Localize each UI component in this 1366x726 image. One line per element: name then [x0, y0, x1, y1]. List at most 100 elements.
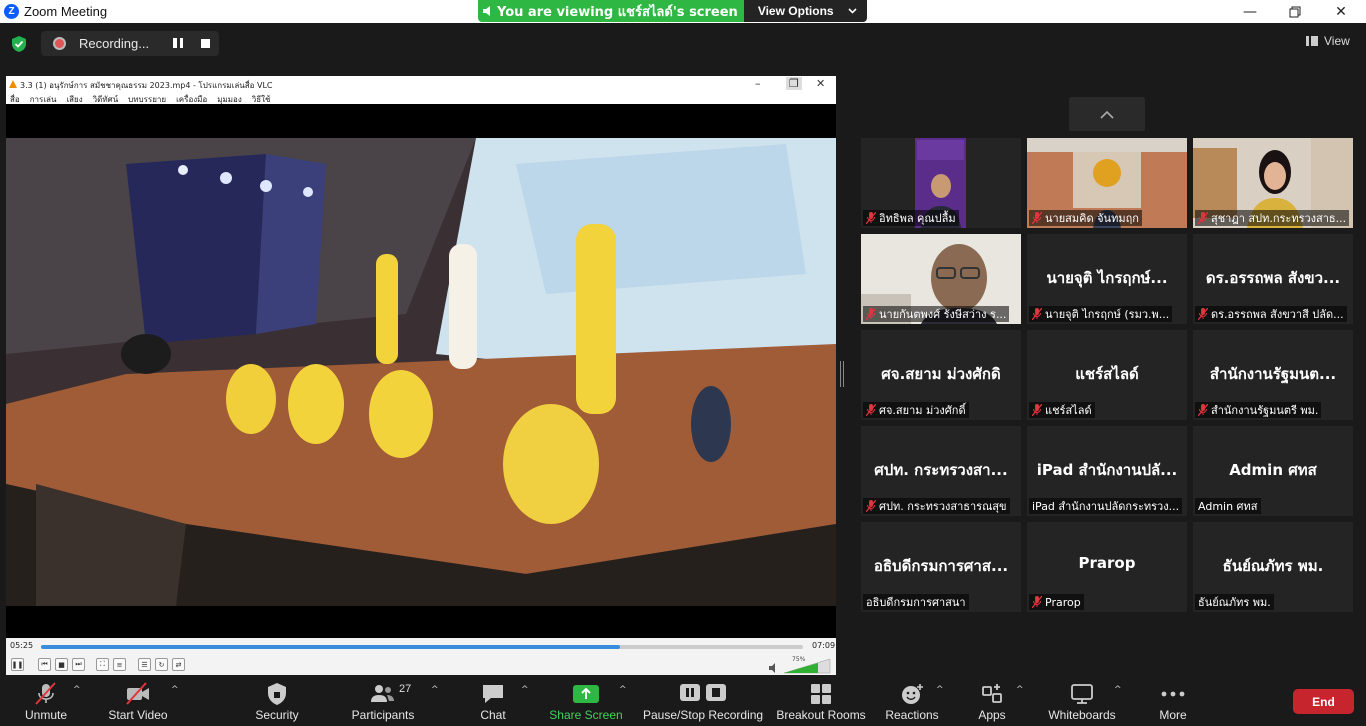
breakout-rooms-icon — [811, 684, 831, 704]
end-meeting-button[interactable]: End — [1293, 689, 1354, 714]
elapsed-time: 05:25 — [10, 641, 34, 650]
seek-progress — [41, 645, 621, 649]
start-video-button[interactable]: Start Video — [103, 679, 173, 725]
vlc-minimize-button[interactable]: – — [755, 77, 761, 90]
participant-tile[interactable]: Admin ศทส Admin ศทส — [1193, 426, 1353, 516]
chevron-down-icon — [848, 8, 857, 14]
collapse-gallery-button[interactable] — [1069, 97, 1145, 131]
video-options-caret[interactable]: ^ — [171, 685, 179, 695]
unmute-button[interactable]: Unmute — [18, 679, 74, 725]
window-title: Zoom Meeting — [24, 4, 108, 19]
zoom-meeting-window: Z Zoom Meeting — ✕ You are viewing แชร์ส… — [0, 0, 1366, 726]
minimize-button[interactable]: — — [1227, 0, 1273, 23]
participant-tile[interactable]: ดร.อรรถพล สังขว... ดร.อรรถพล สังขวาสี ปลั… — [1193, 234, 1353, 324]
participant-tile[interactable]: ศปท. กระทรวงสา... ศปท. กระทรวงสาธารณสุข — [861, 426, 1021, 516]
participant-name: นายสมคิด จันทมฤก — [1045, 212, 1139, 225]
close-button[interactable]: ✕ — [1318, 0, 1364, 23]
chat-button[interactable]: Chat — [474, 679, 512, 725]
pause-stop-recording-button[interactable]: Pause/Stop Recording — [643, 679, 763, 725]
participant-tile[interactable]: อธิบดีกรมการศาส... อธิบดีกรมการศาสนา — [861, 522, 1021, 612]
pause-stop-icon — [680, 684, 726, 701]
participant-name-display: ธันย์ณภัทร พม. — [1222, 557, 1324, 575]
participant-name: สุชาฎา สปท.กระทรวงสาธ... — [1211, 212, 1347, 225]
vlc-pause-button[interactable]: ❚❚ — [11, 658, 24, 671]
view-grid-icon — [1306, 36, 1318, 46]
participant-tile[interactable]: แชร์สไลด์ แชร์สไลด์ — [1027, 330, 1187, 420]
vlc-seek-row: 05:25 07:09 — [6, 638, 836, 655]
vlc-player-window[interactable]: 3.3 (1) อนุรักษ์การ สมัชชาคุณธรรม 2023.m… — [6, 76, 836, 675]
chat-options-caret[interactable]: ^ — [521, 685, 529, 695]
vlc-close-button[interactable]: ✕ — [816, 77, 825, 90]
vlc-fullscreen-button[interactable]: ⛶ — [96, 658, 109, 671]
participant-tile[interactable]: อิทธิพล คุณปลื้ม — [861, 138, 1021, 228]
pause-stop-recording-label: Pause/Stop Recording — [643, 708, 764, 722]
zoom-logo-icon: Z — [4, 4, 19, 19]
apps-label: Apps — [978, 708, 1006, 722]
participant-tile[interactable]: ธันย์ณภัทร พม. ธันย์ณภัทร พม. — [1193, 522, 1353, 612]
participant-tile[interactable]: นายจุติ ไกรฤกษ์... นายจุติ ไกรฤกษ์ (รมว.พ… — [1027, 234, 1187, 324]
participant-name: ดร.อรรถพล สังขวาสี ปลัด... — [1211, 308, 1344, 321]
participant-tile[interactable]: iPad สำนักงานปลั... iPad สำนักงานปลัดกระท… — [1027, 426, 1187, 516]
more-button[interactable]: More — [1153, 679, 1193, 725]
view-options-button[interactable]: View Options — [743, 0, 867, 22]
vlc-next-button[interactable]: ⏭ — [72, 658, 85, 671]
security-shield-icon — [268, 683, 286, 705]
muted-mic-icon — [866, 212, 876, 224]
participant-name-display: ดร.อรรถพล สังขว... — [1205, 269, 1341, 287]
participant-caption: สุชาฎา สปท.กระทรวงสาธ... — [1195, 210, 1350, 226]
participant-name-display: iPad สำนักงานปลั... — [1036, 461, 1178, 479]
participant-count: 27 — [399, 683, 412, 695]
vlc-volume-icon[interactable] — [769, 663, 779, 673]
participant-tile[interactable]: สำนักงานรัฐมนต... สำนักงานรัฐมนตรี พม. — [1193, 330, 1353, 420]
vlc-previous-button[interactable]: ⏮ — [38, 658, 51, 671]
participant-caption: นายจุติ ไกรฤกษ์ (รมว.พ... — [1029, 306, 1173, 322]
apps-icon — [982, 684, 1002, 703]
whiteboards-button[interactable]: Whiteboards — [1045, 679, 1119, 725]
share-options-caret[interactable]: ^ — [619, 685, 627, 695]
stop-recording-button[interactable] — [201, 39, 210, 48]
seek-bar[interactable] — [41, 645, 803, 649]
view-button[interactable]: View — [1306, 34, 1350, 48]
vlc-stop-button[interactable]: ■ — [55, 658, 68, 671]
pause-recording-button[interactable] — [173, 38, 183, 49]
share-screen-button[interactable]: Share Screen — [549, 679, 623, 725]
vlc-loop-button[interactable]: ↻ — [155, 658, 168, 671]
muted-mic-icon — [1032, 596, 1042, 608]
participant-name: นายจุติ ไกรฤกษ์ (รมว.พ... — [1045, 308, 1170, 321]
apps-options-caret[interactable]: ^ — [1016, 685, 1024, 695]
security-button[interactable]: Security — [250, 679, 304, 725]
reactions-button[interactable]: Reactions — [884, 679, 940, 725]
participant-name-display: ศจ.สยาม ม่วงศักดิ — [881, 365, 1001, 383]
reactions-smiley-icon — [902, 684, 923, 704]
encryption-shield-icon[interactable] — [10, 35, 28, 53]
vlc-volume-slider[interactable] — [782, 657, 832, 674]
participants-options-caret[interactable]: ^ — [431, 685, 439, 695]
title-bar: Z Zoom Meeting — ✕ You are viewing แชร์ส… — [0, 0, 1366, 23]
participant-caption: อิทธิพล คุณปลื้ม — [863, 210, 959, 226]
panel-splitter-handle[interactable] — [840, 361, 844, 387]
apps-button[interactable]: Apps — [972, 679, 1012, 725]
reactions-options-caret[interactable]: ^ — [936, 685, 944, 695]
audio-options-caret[interactable]: ^ — [73, 685, 81, 695]
participant-tile[interactable]: นายกันตพงศ์ รังษีสว่าง ร... — [861, 234, 1021, 324]
vlc-settings-button[interactable]: ≡ — [113, 658, 126, 671]
video-frame[interactable] — [6, 104, 836, 638]
participant-tile[interactable]: สุชาฎา สปท.กระทรวงสาธ... — [1193, 138, 1353, 228]
vlc-shuffle-button[interactable]: ⇄ — [172, 658, 185, 671]
vlc-restore-button[interactable]: ❐ — [786, 77, 802, 90]
recording-label: Recording... — [79, 36, 150, 51]
participant-name-display: Admin ศทส — [1229, 461, 1317, 479]
participant-tile[interactable]: นายสมคิด จันทมฤก — [1027, 138, 1187, 228]
restore-button[interactable] — [1272, 0, 1318, 23]
participant-name: ศปท. กระทรวงสาธารณสุข — [879, 500, 1007, 513]
participants-button[interactable]: 27 Participants — [349, 679, 417, 725]
participants-icon — [371, 685, 394, 702]
vlc-playlist-button[interactable]: ☰ — [138, 658, 151, 671]
participant-tile[interactable]: ศจ.สยาม ม่วงศักดิ ศจ.สยาม ม่วงศักดิ์ — [861, 330, 1021, 420]
participant-tile[interactable]: Prarop Prarop — [1027, 522, 1187, 612]
whiteboards-options-caret[interactable]: ^ — [1114, 685, 1122, 695]
participant-caption: นายสมคิด จันทมฤก — [1029, 210, 1142, 226]
unmute-label: Unmute — [24, 708, 68, 722]
breakout-rooms-button[interactable]: Breakout Rooms — [776, 679, 866, 725]
participant-name-display: ศปท. กระทรวงสา... — [874, 461, 1008, 479]
